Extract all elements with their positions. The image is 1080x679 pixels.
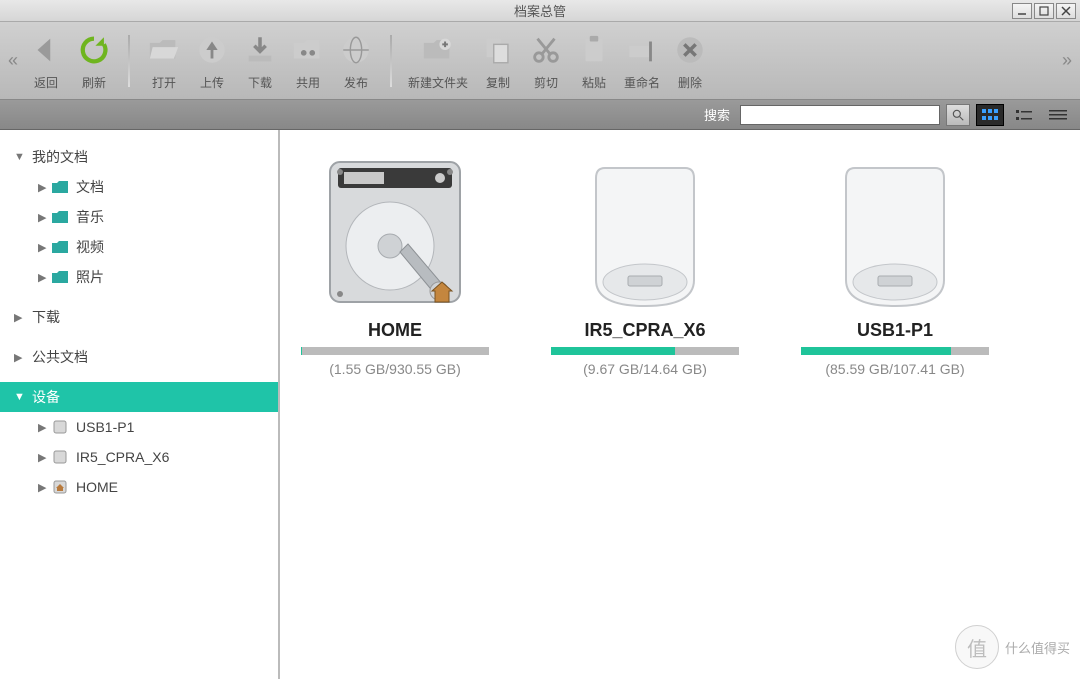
search-bar: 搜索 [0, 100, 1080, 130]
sidebar-section-mydocs[interactable]: ▼我的文档 [0, 142, 278, 172]
sidebar-section-downloads[interactable]: ▶下载 [0, 302, 278, 332]
toolbar-separator [390, 35, 392, 87]
drive-name: USB1-P1 [857, 320, 933, 341]
folder-icon [50, 270, 70, 284]
usage-bar [301, 347, 489, 355]
icon-view-button[interactable] [976, 104, 1004, 126]
sidebar-item-docs[interactable]: ▶文档 [24, 172, 278, 202]
maximize-button[interactable] [1034, 3, 1054, 19]
detail-view-button[interactable] [1044, 104, 1072, 126]
drive-name: HOME [368, 320, 422, 341]
paste-button[interactable]: 粘贴 [570, 28, 618, 93]
hdd-icon [320, 154, 470, 314]
window-title: 档案总管 [514, 1, 566, 20]
sidebar-item-music[interactable]: ▶音乐 [24, 202, 278, 232]
scissors-icon [528, 32, 564, 68]
search-input[interactable] [740, 105, 940, 125]
rename-icon [624, 32, 660, 68]
copy-icon [480, 32, 516, 68]
drive-usage: (9.67 GB/14.64 GB) [583, 361, 707, 377]
clipboard-icon [576, 32, 612, 68]
sidebar-item-video[interactable]: ▶视频 [24, 232, 278, 262]
folder-open-icon [146, 32, 182, 68]
rename-button[interactable]: 重命名 [618, 28, 666, 93]
content-pane: HOME (1.55 GB/930.55 GB) IR5_CPRA_X6 (9.… [280, 130, 1080, 679]
magnifier-icon [951, 108, 965, 122]
drive-icon [50, 419, 70, 435]
list-view-button[interactable] [1010, 104, 1038, 126]
delete-icon [672, 32, 708, 68]
toolbar: « 返回 刷新 打开 上传 下载 共用 发布 [0, 22, 1080, 100]
external-drive-icon [570, 154, 720, 314]
back-button[interactable]: 返回 [22, 28, 70, 93]
new-folder-button[interactable]: 新建文件夹 [402, 28, 474, 93]
refresh-button[interactable]: 刷新 [70, 28, 118, 93]
drive-icon [50, 449, 70, 465]
sidebar-device-ir5[interactable]: ▶IR5_CPRA_X6 [24, 442, 278, 472]
globe-upload-icon [194, 32, 230, 68]
drive-item-usb1p1[interactable]: USB1-P1 (85.59 GB/107.41 GB) [800, 154, 990, 377]
toolbar-separator [128, 35, 130, 87]
download-icon [242, 32, 278, 68]
title-bar: 档案总管 [0, 0, 1080, 22]
sidebar-section-public[interactable]: ▶公共文档 [0, 342, 278, 372]
upload-button[interactable]: 上传 [188, 28, 236, 93]
open-button[interactable]: 打开 [140, 28, 188, 93]
close-button[interactable] [1056, 3, 1076, 19]
globe-icon [338, 32, 374, 68]
folder-icon [50, 240, 70, 254]
publish-button[interactable]: 发布 [332, 28, 380, 93]
new-folder-icon [420, 32, 456, 68]
drive-usage: (85.59 GB/107.41 GB) [825, 361, 964, 377]
share-button[interactable]: 共用 [284, 28, 332, 93]
minimize-button[interactable] [1012, 3, 1032, 19]
toolbar-overflow-left-icon[interactable]: « [4, 50, 22, 71]
drive-item-home[interactable]: HOME (1.55 GB/930.55 GB) [300, 154, 490, 377]
sidebar: ▼我的文档 ▶文档 ▶音乐 ▶视频 ▶照片 ▶下载 ▶公共文档 ▼设备 ▶USB… [0, 130, 280, 679]
toolbar-overflow-right-icon[interactable]: » [1058, 50, 1076, 71]
folder-icon [50, 180, 70, 194]
home-drive-icon [50, 479, 70, 495]
delete-button[interactable]: 删除 [666, 28, 714, 93]
external-drive-icon [820, 154, 970, 314]
cut-button[interactable]: 剪切 [522, 28, 570, 93]
usage-bar [551, 347, 739, 355]
share-folder-icon [290, 32, 326, 68]
sidebar-device-home[interactable]: ▶HOME [24, 472, 278, 502]
drive-name: IR5_CPRA_X6 [584, 320, 705, 341]
usage-bar [801, 347, 989, 355]
download-button[interactable]: 下载 [236, 28, 284, 93]
arrow-left-icon [28, 32, 64, 68]
sidebar-device-usb1p1[interactable]: ▶USB1-P1 [24, 412, 278, 442]
folder-icon [50, 210, 70, 224]
drive-usage: (1.55 GB/930.55 GB) [329, 361, 461, 377]
copy-button[interactable]: 复制 [474, 28, 522, 93]
search-label: 搜索 [704, 105, 730, 124]
drive-item-ir5[interactable]: IR5_CPRA_X6 (9.67 GB/14.64 GB) [550, 154, 740, 377]
sidebar-item-photo[interactable]: ▶照片 [24, 262, 278, 292]
search-button[interactable] [946, 104, 970, 126]
sidebar-section-devices[interactable]: ▼设备 [0, 382, 278, 412]
refresh-icon [76, 32, 112, 68]
